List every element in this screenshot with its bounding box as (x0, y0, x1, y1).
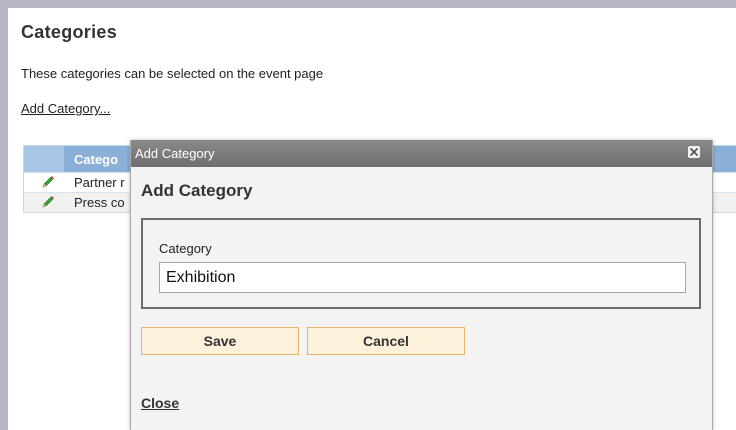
close-link[interactable]: Close (141, 395, 179, 411)
window-frame-left (0, 8, 8, 430)
pencil-icon[interactable] (41, 195, 55, 209)
pencil-icon[interactable] (41, 175, 55, 189)
category-input[interactable] (159, 262, 686, 293)
page-description: These categories can be selected on the … (21, 66, 324, 81)
window-frame-top (0, 0, 736, 8)
row-label: Partner r (74, 175, 125, 190)
header-icon-column (24, 146, 64, 172)
cancel-button[interactable]: Cancel (307, 327, 465, 355)
category-fieldset: Category (141, 218, 701, 309)
dialog-heading: Add Category (141, 181, 253, 200)
add-category-dialog: Add Category Add Category Category Save … (130, 140, 713, 430)
close-icon[interactable] (688, 146, 700, 158)
page-title: Categories (21, 22, 118, 42)
row-label: Press co (74, 195, 125, 210)
dialog-titlebar-text: Add Category (135, 146, 215, 161)
dialog-titlebar[interactable]: Add Category (131, 140, 712, 167)
category-field-label: Category (159, 241, 212, 256)
add-category-link[interactable]: Add Category... (21, 101, 110, 116)
save-button[interactable]: Save (141, 327, 299, 355)
header-category-label[interactable]: Catego (74, 152, 118, 167)
